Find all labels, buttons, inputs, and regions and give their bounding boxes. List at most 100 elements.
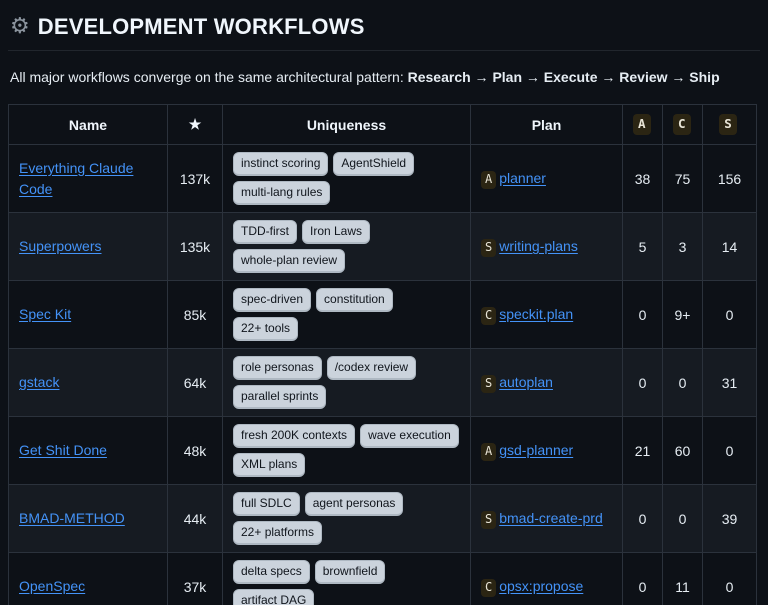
plan-cell: Sbmad-create-prd — [471, 485, 623, 553]
workflow-name-link[interactable]: OpenSpec — [19, 578, 85, 594]
subtitle-pattern: Research → Plan → Execute → Review → Shi… — [408, 69, 720, 85]
stars-cell: 135k — [168, 213, 223, 281]
s-count-cell: 14 — [703, 213, 757, 281]
title-divider — [8, 50, 760, 51]
uniqueness-cell: fresh 200K contextswave executionXML pla… — [223, 417, 471, 485]
plan-link[interactable]: writing-plans — [499, 238, 578, 254]
plan-link[interactable]: autoplan — [499, 374, 553, 390]
a-count-cell: 0 — [623, 553, 663, 605]
uniqueness-badge: agent personas — [305, 492, 404, 516]
name-cell: Everything Claude Code — [9, 145, 168, 213]
c-count-cell: 11 — [663, 553, 703, 605]
plan-prefix-code: S — [481, 239, 496, 257]
workflow-name-link[interactable]: Superpowers — [19, 238, 102, 254]
uniqueness-badge: full SDLC — [233, 492, 300, 516]
table-row: BMAD-METHOD 44k full SDLCagent personas2… — [9, 485, 757, 553]
uniqueness-badge: multi-lang rules — [233, 181, 330, 205]
name-cell: Get Shit Done — [9, 417, 168, 485]
badge-list: spec-drivenconstitution 22+ tools — [233, 288, 460, 341]
uniqueness-badge: spec-driven — [233, 288, 311, 312]
plan-link[interactable]: gsd-planner — [499, 442, 573, 458]
stars-cell: 37k — [168, 553, 223, 605]
gear-icon: ⚙ — [10, 16, 30, 38]
uniqueness-cell: role personas/codex reviewparallel sprin… — [223, 349, 471, 417]
plan-link[interactable]: speckit.plan — [499, 306, 573, 322]
name-cell: Superpowers — [9, 213, 168, 281]
a-count-cell: 0 — [623, 281, 663, 349]
s-count-cell: 39 — [703, 485, 757, 553]
c-count-cell: 3 — [663, 213, 703, 281]
c-count-cell: 9+ — [663, 281, 703, 349]
uniqueness-cell: spec-drivenconstitution 22+ tools — [223, 281, 471, 349]
workflow-name-link[interactable]: Everything Claude Code — [19, 160, 133, 197]
a-count-cell: 5 — [623, 213, 663, 281]
table-header: Name ★ Uniqueness Plan A C S — [9, 105, 757, 145]
uniqueness-badge: Iron Laws — [302, 220, 370, 244]
uniqueness-badge: 22+ tools — [233, 317, 298, 341]
uniqueness-badge: parallel sprints — [233, 385, 326, 409]
workflow-name-link[interactable]: BMAD-METHOD — [19, 510, 125, 526]
document-page: ⚙ DEVELOPMENT WORKFLOWS All major workfl… — [0, 0, 768, 605]
uniqueness-badge: brownfield — [315, 560, 386, 584]
workflow-name-link[interactable]: gstack — [19, 374, 59, 390]
workflow-name-link[interactable]: Get Shit Done — [19, 442, 107, 458]
uniqueness-badge: instinct scoring — [233, 152, 328, 176]
uniqueness-cell: TDD-firstIron Lawswhole-plan review — [223, 213, 471, 281]
badge-list: role personas/codex reviewparallel sprin… — [233, 356, 460, 409]
workflow-name-link[interactable]: Spec Kit — [19, 306, 71, 322]
subtitle-text: All major workflows converge on the same… — [10, 69, 408, 85]
header-plan: Plan — [471, 105, 623, 145]
stars-cell: 85k — [168, 281, 223, 349]
c-count-cell: 75 — [663, 145, 703, 213]
c-count-cell: 0 — [663, 349, 703, 417]
plan-prefix-code: A — [481, 171, 496, 189]
header-c: C — [663, 105, 703, 145]
stars-cell: 137k — [168, 145, 223, 213]
c-count-cell: 60 — [663, 417, 703, 485]
uniqueness-badge: 22+ platforms — [233, 521, 322, 545]
plan-cell: Swriting-plans — [471, 213, 623, 281]
star-icon: ★ — [189, 116, 202, 132]
a-count-cell: 21 — [623, 417, 663, 485]
badge-list: instinct scoringAgentShieldmulti-lang ru… — [233, 152, 460, 205]
table-row: Everything Claude Code 137k instinct sco… — [9, 145, 757, 213]
plan-cell: Cspeckit.plan — [471, 281, 623, 349]
plan-prefix-code: C — [481, 307, 496, 325]
table-row: Superpowers 135k TDD-firstIron Lawswhole… — [9, 213, 757, 281]
table-row: gstack 64k role personas/codex reviewpar… — [9, 349, 757, 417]
stars-cell: 48k — [168, 417, 223, 485]
uniqueness-badge: role personas — [233, 356, 322, 380]
plan-link[interactable]: opsx:propose — [499, 578, 583, 594]
uniqueness-badge: constitution — [316, 288, 393, 312]
uniqueness-cell: delta specsbrownfieldartifact DAG — [223, 553, 471, 605]
uniqueness-badge: whole-plan review — [233, 249, 345, 273]
uniqueness-badge: delta specs — [233, 560, 310, 584]
page-title: DEVELOPMENT WORKFLOWS — [38, 14, 365, 40]
plan-cell: Aplanner — [471, 145, 623, 213]
s-count-cell: 0 — [703, 281, 757, 349]
badge-list: TDD-firstIron Lawswhole-plan review — [233, 220, 460, 273]
table-row: OpenSpec 37k delta specsbrownfieldartifa… — [9, 553, 757, 605]
uniqueness-badge: /codex review — [327, 356, 416, 380]
c-count-cell: 0 — [663, 485, 703, 553]
header-uniqueness: Uniqueness — [223, 105, 471, 145]
table-row: Get Shit Done 48k fresh 200K contextswav… — [9, 417, 757, 485]
s-count-cell: 0 — [703, 553, 757, 605]
subtitle: All major workflows converge on the same… — [10, 67, 760, 88]
uniqueness-badge: XML plans — [233, 453, 305, 477]
plan-link[interactable]: bmad-create-prd — [499, 510, 603, 526]
header-stars: ★ — [168, 105, 223, 145]
stars-cell: 64k — [168, 349, 223, 417]
s-count-cell: 0 — [703, 417, 757, 485]
uniqueness-badge: artifact DAG — [233, 589, 314, 605]
uniqueness-badge: AgentShield — [333, 152, 414, 176]
s-count-cell: 31 — [703, 349, 757, 417]
header-a-code: A — [633, 114, 651, 135]
page-header: ⚙ DEVELOPMENT WORKFLOWS — [8, 8, 760, 50]
name-cell: BMAD-METHOD — [9, 485, 168, 553]
plan-prefix-code: S — [481, 375, 496, 393]
badge-list: full SDLCagent personas 22+ platforms — [233, 492, 460, 545]
plan-cell: Agsd-planner — [471, 417, 623, 485]
plan-cell: Copsx:propose — [471, 553, 623, 605]
plan-link[interactable]: planner — [499, 170, 546, 186]
